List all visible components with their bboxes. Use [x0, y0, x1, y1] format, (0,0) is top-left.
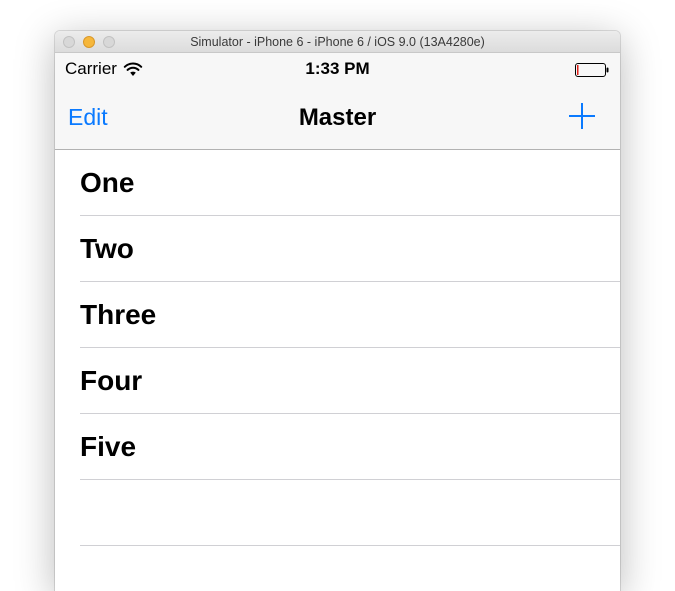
navigation-bar: Edit Master — [55, 86, 620, 150]
battery-icon — [575, 63, 609, 77]
empty-table-row — [55, 480, 620, 546]
window-titlebar[interactable]: Simulator - iPhone 6 - iPhone 6 / iOS 9.… — [55, 31, 620, 53]
row-label: Five — [80, 431, 137, 462]
table-row[interactable]: Five — [55, 414, 620, 480]
simulator-window: Simulator - iPhone 6 - iPhone 6 / iOS 9.… — [55, 31, 620, 591]
table-row[interactable]: Four — [55, 348, 620, 414]
plus-icon[interactable] — [566, 100, 598, 132]
row-label: One — [80, 167, 135, 198]
window-title: Simulator - iPhone 6 - iPhone 6 / iOS 9.… — [190, 35, 485, 49]
table-row[interactable]: Three — [55, 282, 620, 348]
row-label: Two — [80, 233, 134, 264]
nav-title: Master — [298, 104, 377, 131]
table-row[interactable]: Two — [55, 216, 620, 282]
device-screen: Carrier 1:33 PM Edit Master One Two Thre… — [55, 53, 620, 546]
table-row[interactable]: One — [55, 150, 620, 216]
row-label: Four — [80, 365, 143, 396]
status-time: 1:33 PM — [305, 59, 370, 78]
master-table: One Two Three Four Five — [55, 150, 620, 546]
row-label: Three — [80, 299, 157, 330]
status-bar: Carrier 1:33 PM — [55, 53, 620, 86]
